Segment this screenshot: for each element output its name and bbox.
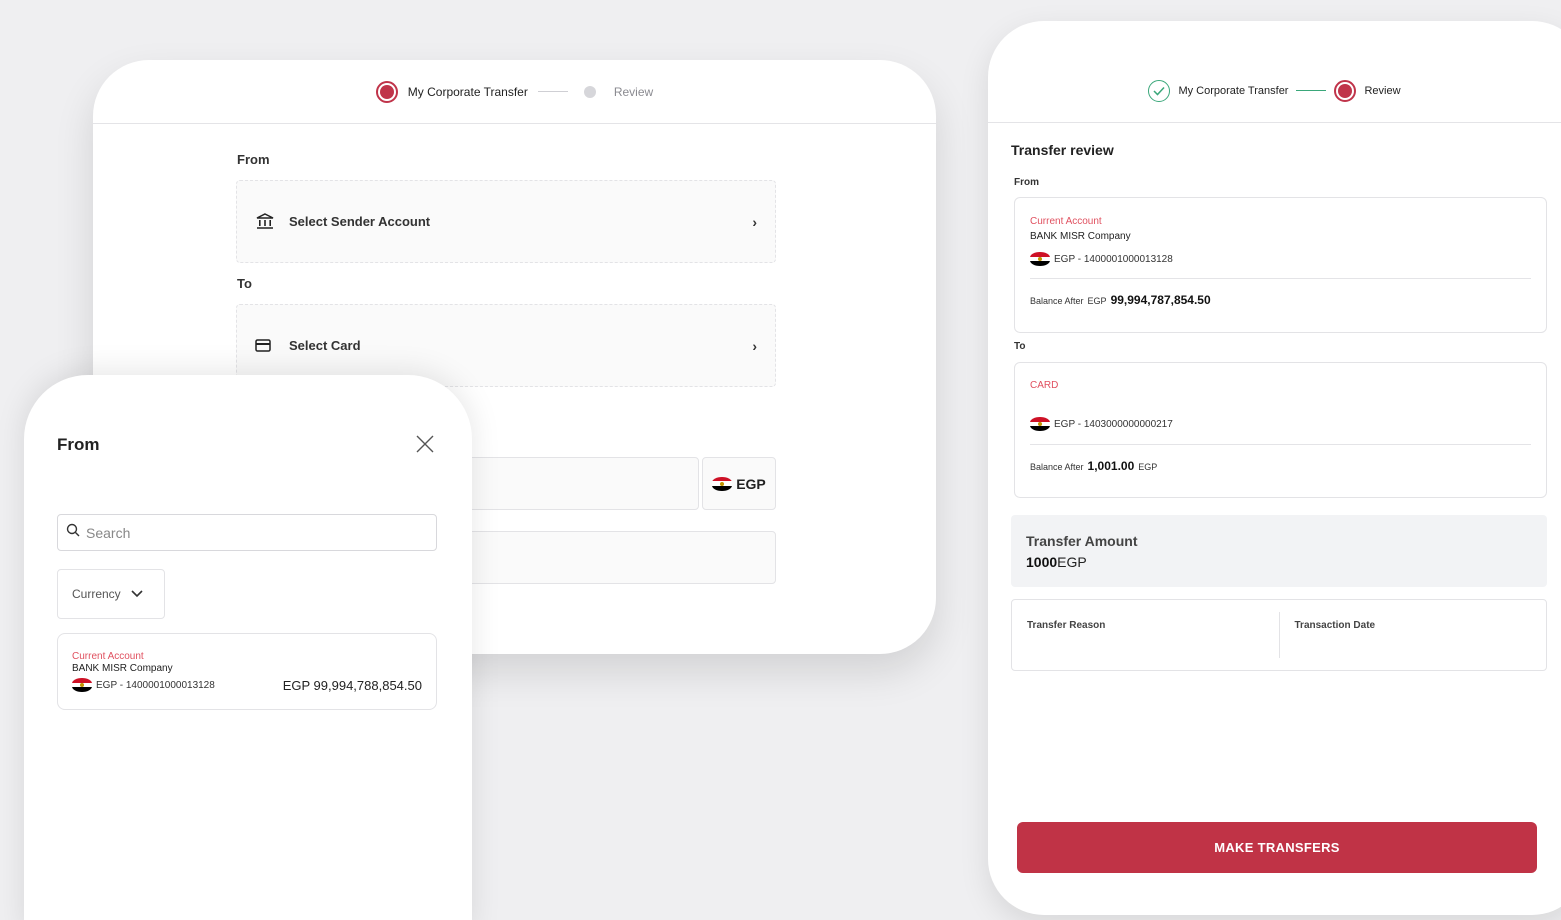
step-active-icon xyxy=(1334,79,1357,102)
step-label-review: Review xyxy=(613,84,654,99)
transfer-reason-input[interactable] xyxy=(463,531,776,584)
balance-after-currency: EGP xyxy=(1087,296,1107,306)
search-input[interactable] xyxy=(86,524,428,541)
from-account-number: EGP - 1400001000013128 xyxy=(1054,253,1173,265)
bank-icon xyxy=(255,212,277,232)
to-label: To xyxy=(1014,341,1026,352)
to-card-number: EGP - 1403000000000217 xyxy=(1054,418,1173,430)
from-account-type: Current Account xyxy=(1030,216,1102,227)
transfer-amount-value: 1000 xyxy=(1026,554,1058,570)
currency-selector[interactable]: EGP xyxy=(702,457,776,510)
balance-after-value: 1,001.00 xyxy=(1087,459,1135,473)
chevron-right-icon: › xyxy=(752,213,757,230)
currency-code: EGP xyxy=(736,475,766,492)
account-name: BANK MISR Company xyxy=(72,663,173,674)
chevron-right-icon: › xyxy=(752,337,757,354)
card-icon xyxy=(255,339,277,352)
amount-input[interactable] xyxy=(463,457,699,510)
currency-filter-dropdown[interactable]: Currency xyxy=(57,569,165,619)
check-icon xyxy=(1148,79,1171,102)
search-icon xyxy=(66,523,80,542)
review-title: Transfer review xyxy=(1011,142,1114,158)
select-card-label: Select Card xyxy=(289,338,361,353)
from-label: From xyxy=(1014,177,1039,188)
step-label-transfer: My Corporate Transfer xyxy=(1178,84,1289,97)
search-field xyxy=(57,514,437,551)
balance-after-value: 99,994,787,854.50 xyxy=(1110,293,1211,307)
account-list-item[interactable]: Current Account BANK MISR Company EGP - … xyxy=(57,633,437,710)
transfer-details: Transfer Reason Transaction Date xyxy=(1011,599,1547,671)
divider xyxy=(1030,278,1531,279)
balance-after-currency: EGP xyxy=(1138,462,1158,472)
from-label: From xyxy=(237,152,270,167)
transfer-reason-label: Transfer Reason xyxy=(1027,620,1106,631)
egypt-flag-icon xyxy=(712,476,733,491)
egypt-flag-icon xyxy=(1030,417,1050,431)
from-account-summary: Current Account BANK MISR Company EGP - … xyxy=(1014,197,1547,333)
step-connector xyxy=(537,91,568,92)
account-number: EGP - 1400001000013128 xyxy=(96,679,215,691)
step-active-icon xyxy=(375,80,398,103)
to-account-type: CARD xyxy=(1030,380,1059,391)
step-label-review: Review xyxy=(1364,84,1401,97)
currency-filter-label: Currency xyxy=(72,587,121,601)
transfer-amount-box: Transfer Amount 1000EGP xyxy=(1011,515,1547,587)
select-sender-account[interactable]: Select Sender Account › xyxy=(236,180,776,263)
transfer-amount-currency: EGP xyxy=(1057,554,1087,570)
divider xyxy=(1030,444,1531,445)
chevron-down-icon xyxy=(131,587,143,601)
step-connector xyxy=(1296,90,1327,91)
make-transfers-button[interactable]: MAKE TRANSFERS xyxy=(1017,822,1537,873)
to-label: To xyxy=(237,276,252,291)
step-pending-icon xyxy=(583,85,596,98)
from-account-name: BANK MISR Company xyxy=(1030,231,1131,242)
select-sender-label: Select Sender Account xyxy=(289,214,431,229)
balance-after-label: Balance After xyxy=(1030,296,1084,306)
transaction-date-label: Transaction Date xyxy=(1278,612,1547,658)
from-account-sheet: From Currency Current Account BANK MISR … xyxy=(24,375,472,920)
close-icon[interactable] xyxy=(414,433,436,455)
account-type: Current Account xyxy=(72,651,144,662)
egypt-flag-icon xyxy=(1030,252,1050,266)
step-label-transfer: My Corporate Transfer xyxy=(407,84,528,99)
stepper: My Corporate Transfer Review xyxy=(93,60,936,124)
to-card-summary: CARD EGP - 1403000000000217 Balance Afte… xyxy=(1014,362,1547,498)
sheet-title: From xyxy=(57,435,100,454)
account-balance: EGP 99,994,788,854.50 xyxy=(282,678,422,693)
transfer-review-card: My Corporate Transfer Review Transfer re… xyxy=(988,21,1561,915)
balance-after-label: Balance After xyxy=(1030,462,1084,472)
transfer-amount-label: Transfer Amount xyxy=(1026,533,1138,549)
egypt-flag-icon xyxy=(72,678,92,692)
review-stepper: My Corporate Transfer Review xyxy=(988,21,1561,123)
